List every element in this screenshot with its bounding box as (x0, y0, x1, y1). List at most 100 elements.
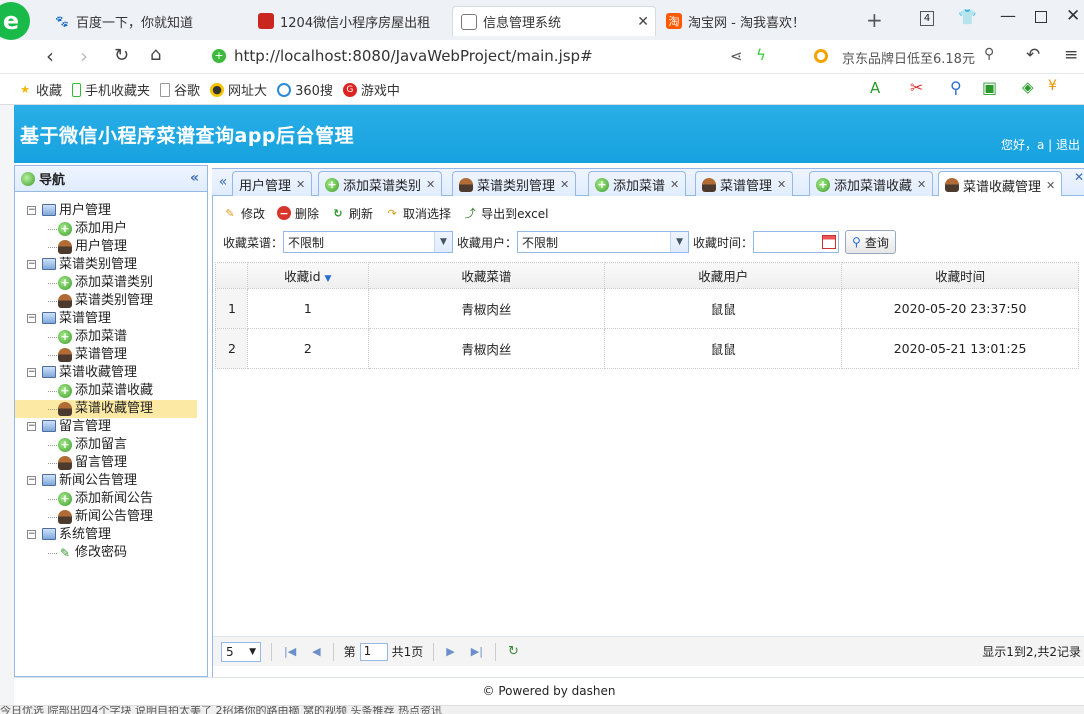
content-tab[interactable]: 用户管理 ✕ (232, 171, 313, 197)
table-row[interactable]: 2 2 青椒肉丝 鼠鼠 2020-05-21 13:01:25 (214, 328, 1079, 369)
cell-id[interactable]: 1 (247, 288, 369, 329)
nav-group[interactable]: − 用户管理 (15, 202, 207, 220)
close-icon[interactable]: ✕ (296, 178, 305, 191)
shield-icon[interactable]: ◈ (1022, 78, 1034, 96)
gamepad-icon[interactable]: ▣ (982, 78, 997, 97)
nav-item[interactable]: 新闻公告管理 (15, 508, 207, 526)
deselect-button[interactable]: ↷ 取消选择 (385, 205, 451, 222)
edit-button[interactable]: ✎ 修改 (223, 205, 265, 222)
nav-item[interactable]: + 添加留言 (15, 436, 207, 454)
page-size-select[interactable]: 5 ▼ (221, 641, 261, 662)
cell-recipe[interactable]: 青椒肉丝 (367, 288, 606, 329)
delete-button[interactable]: − 删除 (277, 205, 319, 222)
forward-icon[interactable]: › (80, 44, 88, 68)
collapse-toggle-icon[interactable]: − (27, 314, 36, 323)
shirt-skin-icon[interactable]: 👕 (958, 8, 977, 26)
close-icon[interactable]: ✕ (670, 178, 679, 191)
cell-user[interactable]: 鼠鼠 (604, 328, 843, 369)
column-header-user[interactable]: 收藏用户 (604, 262, 843, 289)
browser-tab-taobao[interactable]: 淘 淘宝网 - 淘我喜欢！ (658, 6, 848, 36)
nav-item[interactable]: + 添加菜谱 (15, 328, 207, 346)
column-header-time[interactable]: 收藏时间 (841, 262, 1079, 289)
cell-id[interactable]: 2 (247, 328, 369, 369)
menu-icon[interactable]: ≡ (1064, 45, 1078, 65)
nav-item[interactable]: 留言管理 (15, 454, 207, 472)
back-icon[interactable]: ‹ (46, 44, 54, 68)
nav-item[interactable]: + 添加新闻公告 (15, 490, 207, 508)
nav-item[interactable]: 菜谱类别管理 (15, 292, 207, 310)
close-icon[interactable]: ✕ (426, 178, 435, 191)
collapse-toggle-icon[interactable]: − (27, 206, 36, 215)
recipe-filter-select[interactable]: 不限制 ▼ (283, 231, 454, 253)
nav-group[interactable]: − 菜谱收藏管理 (15, 364, 207, 382)
scissors-icon[interactable]: ✂ (910, 78, 923, 97)
export-excel-button[interactable]: ⤴ 导出到excel (463, 205, 549, 222)
lightning-icon[interactable]: ϟ (756, 46, 766, 64)
close-icon[interactable]: ✕ (917, 178, 926, 191)
tab-count-badge[interactable]: 4 (920, 11, 934, 26)
cell-recipe[interactable]: 青椒肉丝 (367, 328, 606, 369)
bookmark-favorites[interactable]: ★ 收藏 (18, 80, 62, 99)
chevron-down-icon[interactable]: ▼ (670, 232, 689, 252)
nav-item[interactable]: 菜谱收藏管理 (15, 400, 197, 418)
close-window-icon[interactable]: ✕ (1066, 6, 1080, 26)
magnifier-icon[interactable]: ⚲ (950, 78, 962, 97)
cell-time[interactable]: 2020-05-21 13:01:25 (841, 328, 1079, 369)
chevron-down-icon[interactable]: ▼ (434, 232, 453, 252)
bookmark-mobile[interactable]: 手机收藏夹 (72, 80, 150, 99)
undo-icon[interactable]: ↶ (1026, 45, 1040, 65)
prev-page-icon[interactable]: ◀ (312, 645, 320, 658)
first-page-icon[interactable]: |◀ (284, 645, 296, 658)
collapse-left-icon[interactable]: « (190, 170, 199, 186)
nav-group[interactable]: − 系统管理 (15, 526, 207, 544)
nav-item[interactable]: + 添加用户 (15, 220, 207, 238)
search-engine-icon[interactable] (814, 49, 828, 63)
maximize-icon[interactable] (1035, 11, 1047, 23)
url-input[interactable]: http://localhost:8080/JavaWebProject/mai… (234, 47, 593, 65)
bookmark-hao[interactable]: ● 网址大 (210, 80, 267, 99)
next-page-icon[interactable]: ▶ (446, 645, 454, 658)
tab-scroll-right-icon[interactable]: ✕ (1074, 170, 1084, 194)
bookmark-games[interactable]: G 游戏中 (342, 80, 400, 99)
content-tab[interactable]: + 添加菜谱类别 ✕ (318, 171, 443, 197)
user-info[interactable]: 您好，a | 退出 (1001, 136, 1080, 153)
last-page-icon[interactable]: ▶| (471, 645, 483, 658)
content-tab[interactable]: + 添加菜谱收藏 ✕ (809, 171, 934, 197)
cell-user[interactable]: 鼠鼠 (604, 288, 843, 329)
collapse-toggle-icon[interactable]: − (27, 476, 36, 485)
search-input[interactable]: 京东品牌日低至6.18元 (842, 48, 975, 67)
close-icon[interactable]: ✕ (1046, 179, 1055, 192)
minimize-icon[interactable]: — (1000, 6, 1016, 25)
user-filter-select[interactable]: 不限制 ▼ (517, 231, 690, 253)
nav-item[interactable]: 菜谱管理 (15, 346, 207, 364)
nav-item[interactable]: ✎ 修改密码 (15, 544, 207, 562)
close-icon[interactable]: ✕ (560, 178, 569, 191)
query-button[interactable]: ⚲ 查询 (845, 230, 896, 254)
cell-time[interactable]: 2020-05-20 23:37:50 (841, 288, 1079, 329)
content-tab[interactable]: + 添加菜谱 ✕ (588, 171, 687, 197)
calendar-icon[interactable] (822, 235, 837, 249)
nav-item[interactable]: + 添加菜谱类别 (15, 274, 207, 292)
refresh-icon[interactable]: ↻ (508, 644, 519, 659)
browser-logo-icon[interactable]: e (0, 2, 30, 40)
collapse-toggle-icon[interactable]: − (27, 368, 36, 377)
content-tab[interactable]: 菜谱管理 ✕ (695, 171, 794, 197)
browser-tab-active[interactable]: 信息管理系统 ✕ (452, 6, 656, 36)
new-tab-button[interactable]: + (866, 8, 883, 32)
time-filter-input[interactable] (753, 231, 840, 253)
nav-group[interactable]: − 留言管理 (15, 418, 207, 436)
home-icon[interactable]: ⌂ (150, 44, 161, 65)
content-tab[interactable]: 菜谱收藏管理 ✕ (938, 171, 1063, 198)
nav-group[interactable]: − 菜谱类别管理 (15, 256, 207, 274)
share-icon[interactable]: ⋖ (730, 47, 743, 65)
nav-item[interactable]: + 添加菜谱收藏 (15, 382, 207, 400)
nav-item[interactable]: 用户管理 (15, 238, 207, 256)
tab-scroll-left-icon[interactable]: « (214, 170, 232, 194)
refresh-button[interactable]: ↻ 刷新 (331, 205, 373, 222)
close-icon[interactable]: ✕ (777, 178, 786, 191)
bookmark-360[interactable]: 360搜 (277, 80, 333, 99)
browser-tab-project[interactable]: 1204微信小程序房屋出租 (250, 6, 450, 36)
page-number-input[interactable]: 1 (359, 642, 388, 661)
bookmark-google[interactable]: 谷歌 (160, 80, 200, 99)
collapse-toggle-icon[interactable]: − (27, 260, 36, 269)
